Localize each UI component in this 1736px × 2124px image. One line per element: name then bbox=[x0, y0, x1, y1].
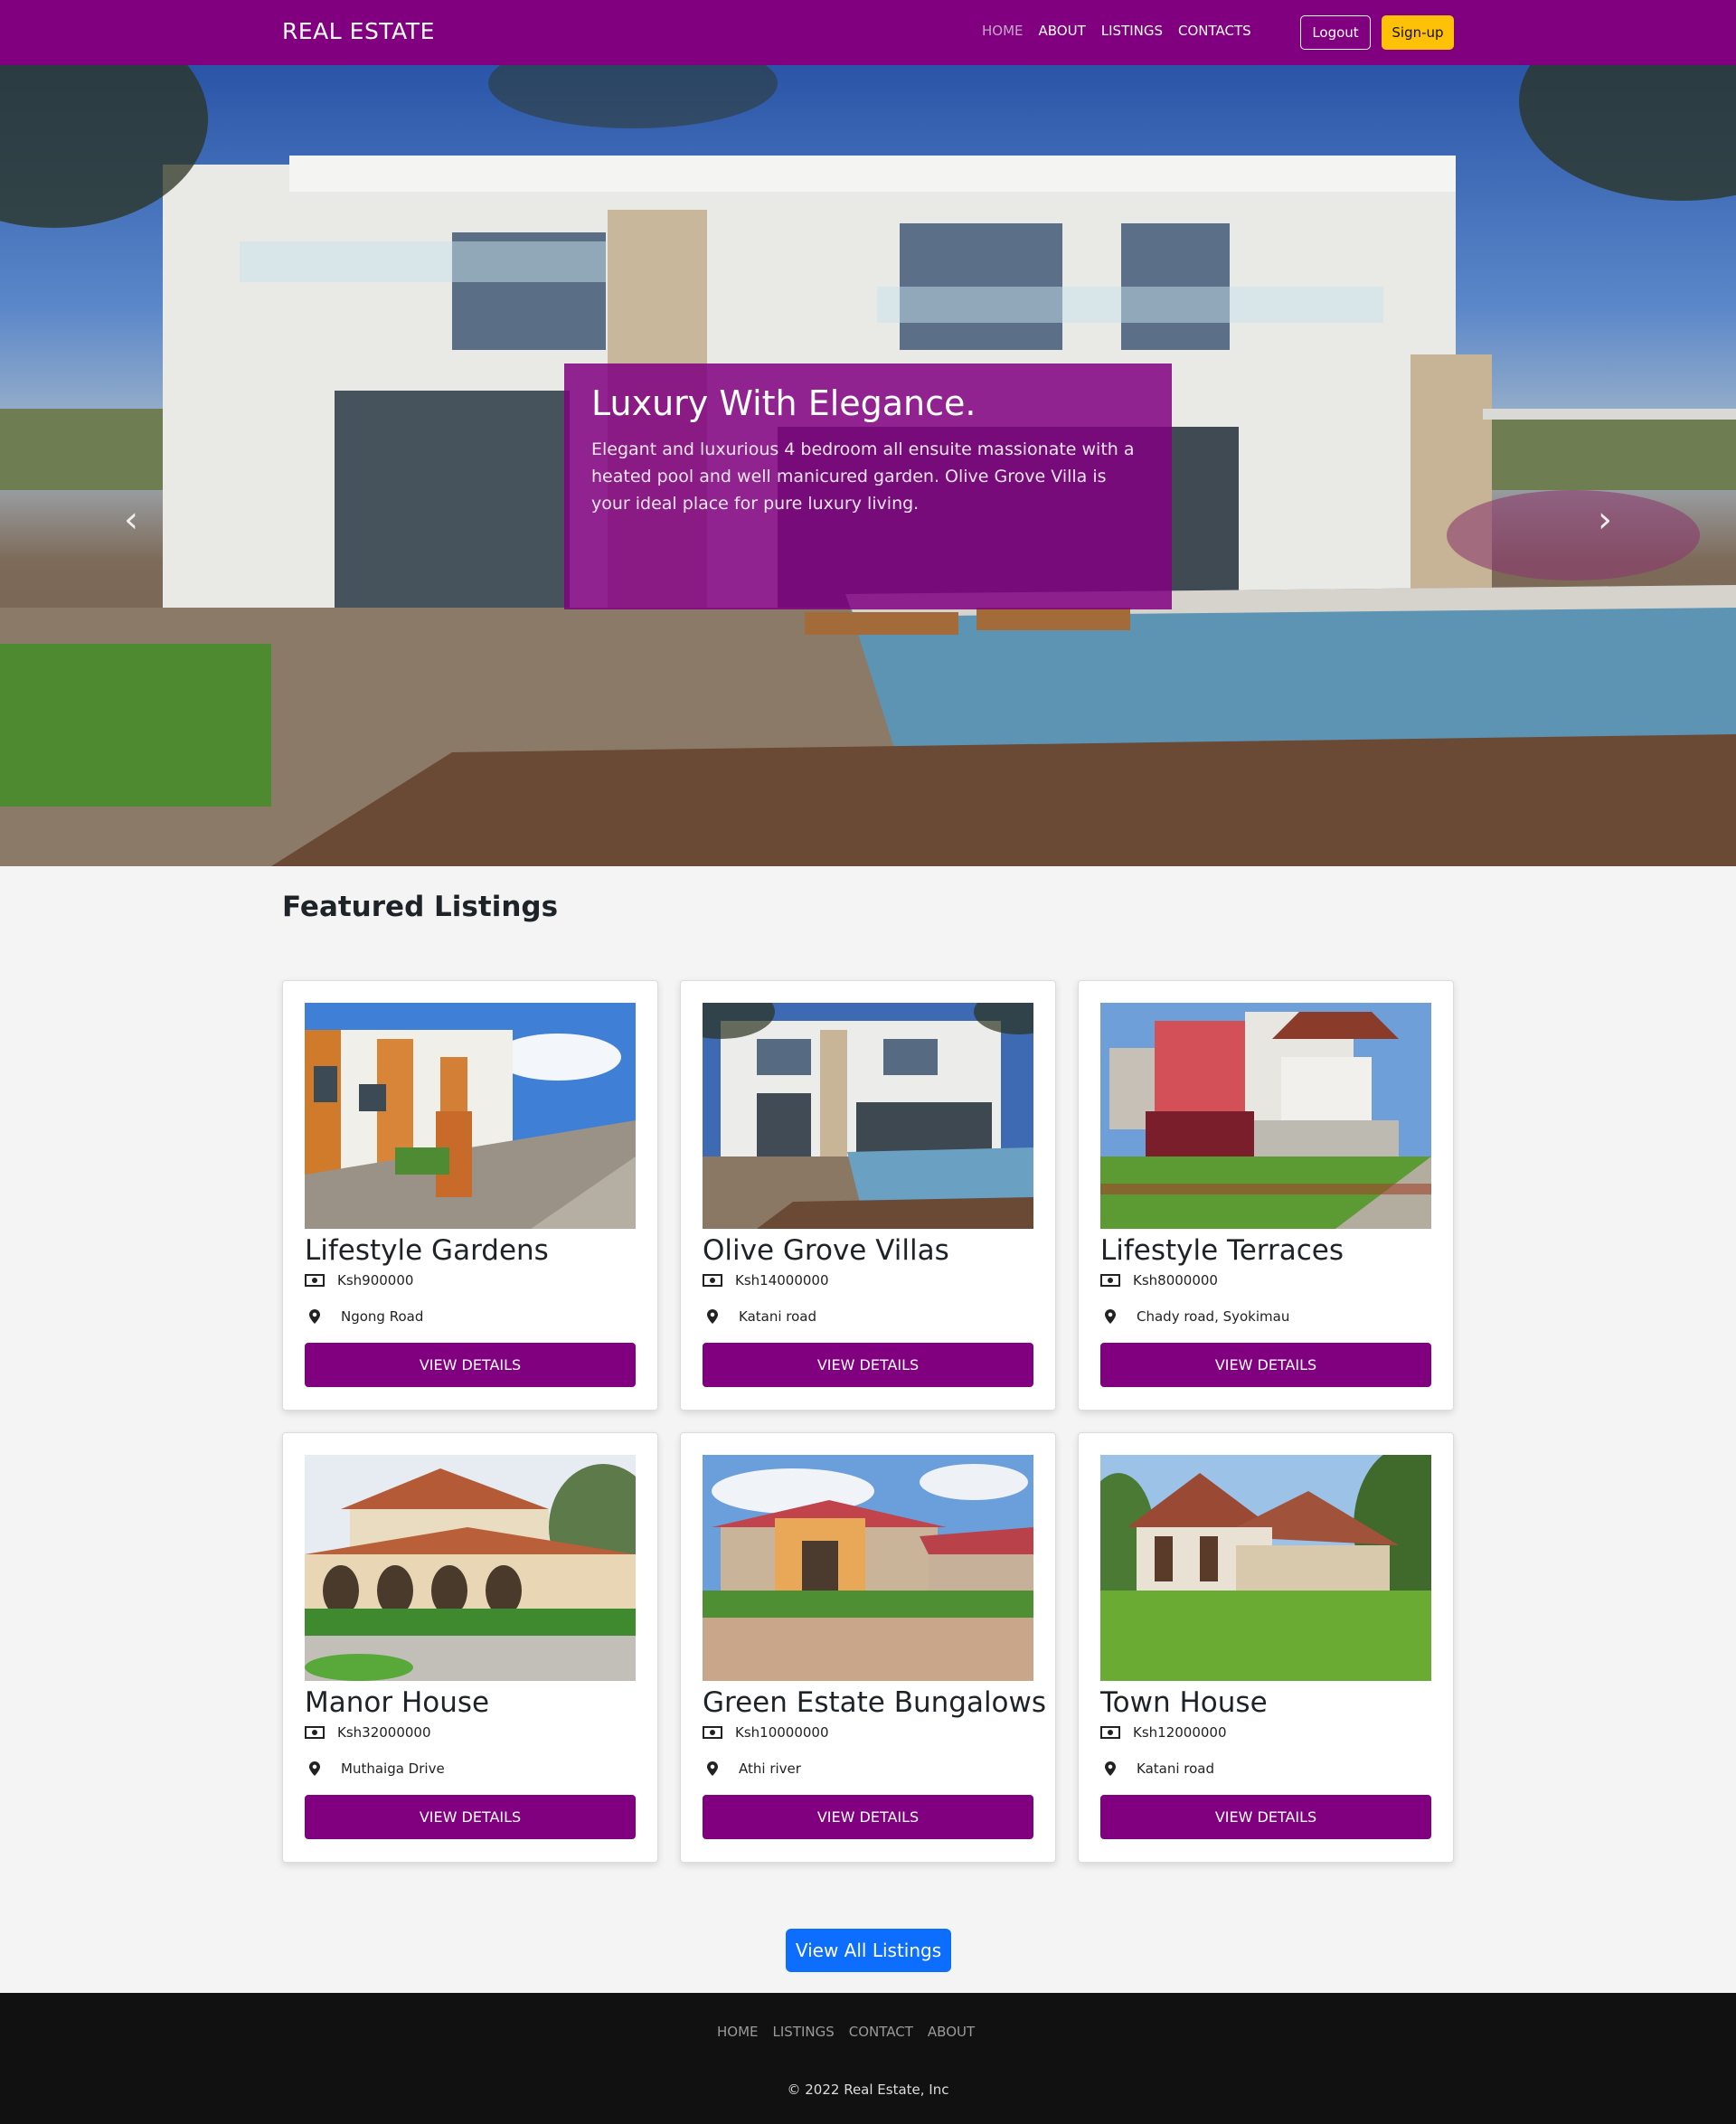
map-marker-icon bbox=[703, 1761, 722, 1776]
listing-title: Manor House bbox=[305, 1686, 490, 1719]
listing-price-value: Ksh8000000 bbox=[1133, 1272, 1218, 1289]
listing-price: Ksh12000000 bbox=[1100, 1724, 1227, 1741]
footer-link-about[interactable]: ABOUT bbox=[928, 2024, 975, 2040]
money-bill-icon bbox=[703, 1274, 722, 1287]
listing-location-value: Katani road bbox=[739, 1308, 817, 1325]
view-details-button[interactable]: VIEW DETAILS bbox=[703, 1343, 1033, 1387]
featured-listings-title: Featured Listings bbox=[282, 891, 559, 923]
listing-price: Ksh8000000 bbox=[1100, 1272, 1218, 1289]
listing-card: Lifestyle Gardens Ksh900000 Ngong Road V… bbox=[282, 980, 658, 1411]
footer-link-listings[interactable]: LISTINGS bbox=[773, 2024, 835, 2040]
listing-price: Ksh10000000 bbox=[703, 1724, 829, 1741]
listing-image bbox=[305, 1455, 636, 1681]
view-details-button[interactable]: VIEW DETAILS bbox=[305, 1795, 636, 1839]
listing-card: Lifestyle Terraces Ksh8000000 Chady road… bbox=[1078, 980, 1454, 1411]
listing-price-value: Ksh14000000 bbox=[735, 1272, 829, 1289]
logout-button[interactable]: Logout bbox=[1300, 15, 1371, 50]
listing-price: Ksh32000000 bbox=[305, 1724, 431, 1741]
copyright-text: © 2022 Real Estate, Inc bbox=[787, 2082, 949, 2098]
listing-title: Town House bbox=[1100, 1686, 1268, 1719]
listing-title: Lifestyle Gardens bbox=[305, 1234, 549, 1267]
listing-card: Town House Ksh12000000 Katani road VIEW … bbox=[1078, 1432, 1454, 1863]
listing-price-value: Ksh900000 bbox=[337, 1272, 414, 1289]
listing-card: Olive Grove Villas Ksh14000000 Katani ro… bbox=[680, 980, 1056, 1411]
map-marker-icon bbox=[305, 1309, 325, 1324]
chevron-left-icon[interactable]: ‹ bbox=[113, 502, 149, 538]
map-marker-icon bbox=[703, 1309, 722, 1324]
footer-link-home[interactable]: HOME bbox=[717, 2024, 759, 2040]
view-all-listings-button[interactable]: View All Listings bbox=[786, 1929, 951, 1972]
listing-image bbox=[305, 1003, 636, 1229]
nav-link-about[interactable]: ABOUT bbox=[1039, 23, 1086, 39]
money-bill-icon bbox=[1100, 1726, 1120, 1739]
footer: HOME LISTINGS CONTACT ABOUT © 2022 Real … bbox=[0, 1993, 1736, 2124]
listing-price-value: Ksh10000000 bbox=[735, 1724, 829, 1741]
hero-caption: Luxury With Elegance. Elegant and luxuri… bbox=[564, 363, 1172, 609]
view-details-button[interactable]: VIEW DETAILS bbox=[703, 1795, 1033, 1839]
listing-location: Chady road, Syokimau bbox=[1100, 1308, 1289, 1325]
listing-title: Lifestyle Terraces bbox=[1100, 1234, 1344, 1267]
hero-title: Luxury With Elegance. bbox=[591, 383, 976, 423]
chevron-right-icon[interactable]: › bbox=[1587, 502, 1623, 538]
listing-image bbox=[1100, 1003, 1431, 1229]
listing-title: Green Estate Bungalows bbox=[703, 1686, 1047, 1719]
listing-location-value: Katani road bbox=[1137, 1761, 1215, 1777]
money-bill-icon bbox=[703, 1726, 722, 1739]
listing-location-value: Ngong Road bbox=[341, 1308, 424, 1325]
listing-location: Katani road bbox=[703, 1308, 816, 1325]
money-bill-icon bbox=[1100, 1274, 1120, 1287]
money-bill-icon bbox=[305, 1274, 325, 1287]
listing-card: Manor House Ksh32000000 Muthaiga Drive V… bbox=[282, 1432, 658, 1863]
map-marker-icon bbox=[305, 1761, 325, 1776]
listing-title: Olive Grove Villas bbox=[703, 1234, 949, 1267]
listing-image bbox=[703, 1003, 1033, 1229]
signup-button[interactable]: Sign-up bbox=[1382, 15, 1454, 50]
top-navbar: REAL ESTATE HOME ABOUT LISTINGS CONTACTS… bbox=[0, 0, 1736, 65]
listing-image bbox=[703, 1455, 1033, 1681]
listing-location: Athi river bbox=[703, 1761, 801, 1777]
footer-link-contact[interactable]: CONTACT bbox=[849, 2024, 913, 2040]
listing-price-value: Ksh12000000 bbox=[1133, 1724, 1227, 1741]
listing-location: Muthaiga Drive bbox=[305, 1761, 445, 1777]
brand-logo[interactable]: REAL ESTATE bbox=[282, 18, 435, 44]
listing-location: Ngong Road bbox=[305, 1308, 423, 1325]
listing-location: Katani road bbox=[1100, 1761, 1214, 1777]
nav-link-listings[interactable]: LISTINGS bbox=[1101, 23, 1163, 39]
hero-carousel: Luxury With Elegance. Elegant and luxuri… bbox=[0, 65, 1736, 866]
listing-price: Ksh14000000 bbox=[703, 1272, 829, 1289]
listing-location-value: Athi river bbox=[739, 1761, 801, 1777]
hero-description: Elegant and luxurious 4 bedroom all ensu… bbox=[591, 439, 1135, 514]
listing-card: Green Estate Bungalows Ksh10000000 Athi … bbox=[680, 1432, 1056, 1863]
listing-location-value: Chady road, Syokimau bbox=[1137, 1308, 1290, 1325]
nav-link-home[interactable]: HOME bbox=[982, 23, 1024, 39]
money-bill-icon bbox=[305, 1726, 325, 1739]
map-marker-icon bbox=[1100, 1761, 1120, 1776]
view-details-button[interactable]: VIEW DETAILS bbox=[1100, 1343, 1431, 1387]
view-details-button[interactable]: VIEW DETAILS bbox=[1100, 1795, 1431, 1839]
map-marker-icon bbox=[1100, 1309, 1120, 1324]
nav-links: HOME ABOUT LISTINGS CONTACTS bbox=[982, 23, 1251, 39]
nav-link-contacts[interactable]: CONTACTS bbox=[1178, 23, 1251, 39]
listing-price-value: Ksh32000000 bbox=[337, 1724, 431, 1741]
listing-location-value: Muthaiga Drive bbox=[341, 1761, 445, 1777]
footer-links: HOME LISTINGS CONTACT ABOUT bbox=[717, 2024, 975, 2040]
view-details-button[interactable]: VIEW DETAILS bbox=[305, 1343, 636, 1387]
listing-image bbox=[1100, 1455, 1431, 1681]
listing-price: Ksh900000 bbox=[305, 1272, 413, 1289]
